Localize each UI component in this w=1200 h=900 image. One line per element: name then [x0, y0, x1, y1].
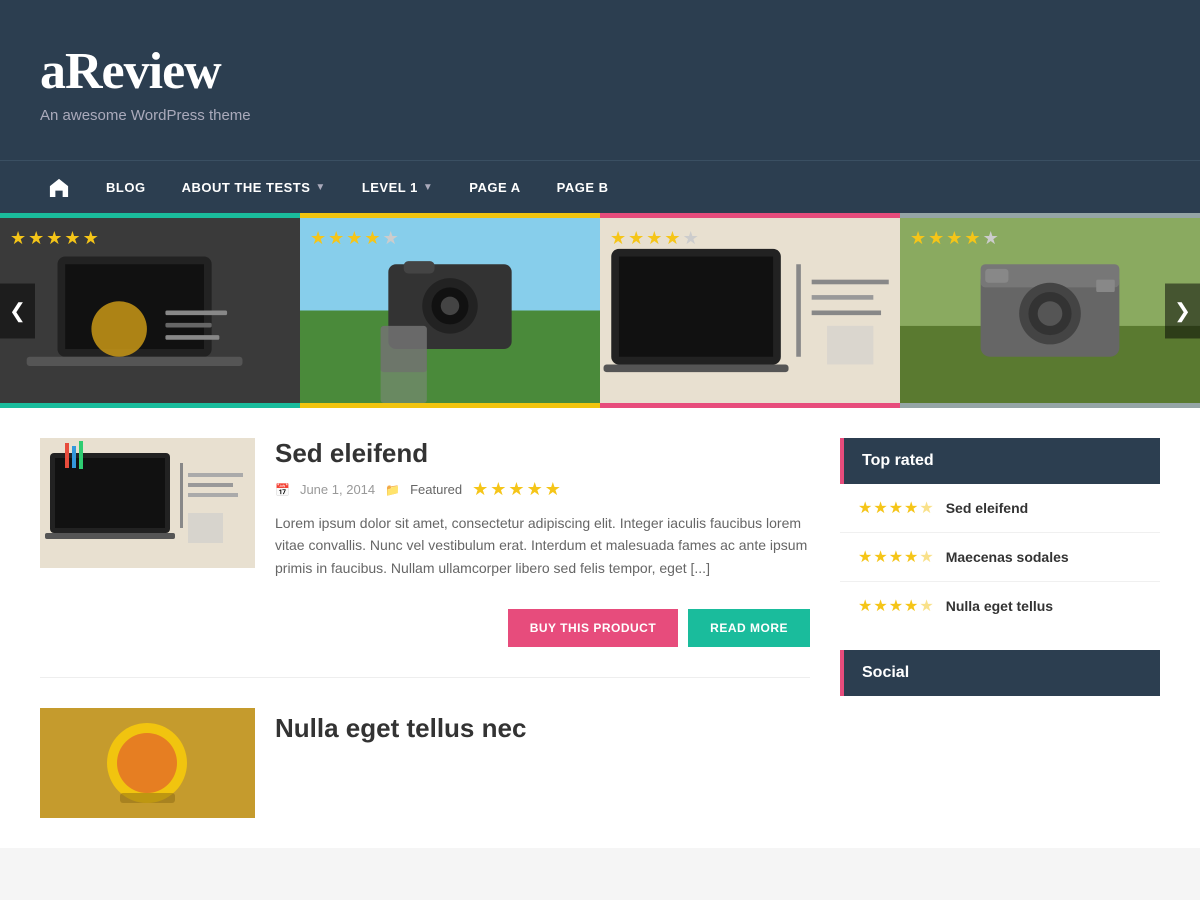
main-wrapper: Sed eleifend 📅 June 1, 2014 📁 Featured ★… — [0, 408, 1200, 848]
carousel-item: ★ ★ ★ ★ ★ — [900, 218, 1200, 403]
post-card: Sed eleifend 📅 June 1, 2014 📁 Featured ★… — [40, 438, 810, 678]
post-title: Nulla eget tellus nec — [275, 713, 526, 744]
carousel-item: ★ ★ ★ ★ ★ — [300, 218, 600, 403]
carousel-stars: ★ ★ ★ ★ ★ — [310, 228, 399, 249]
color-bar-bottom — [0, 403, 1200, 408]
nav-blog[interactable]: BLOG — [88, 164, 164, 211]
buy-button[interactable]: BUY THIS PRODUCT — [508, 609, 678, 647]
post-thumbnail — [40, 708, 255, 818]
main-content: Sed eleifend 📅 June 1, 2014 📁 Featured ★… — [0, 408, 1200, 848]
post-thumbnail — [40, 438, 255, 568]
carousel: ❮ ★ ★ ★ ★ ★ — [0, 218, 1200, 403]
posts-column: Sed eleifend 📅 June 1, 2014 📁 Featured ★… — [40, 438, 810, 818]
nav-home[interactable] — [30, 161, 88, 213]
top-rated-item: ★ ★ ★ ★ ★ Sed eleifend — [840, 484, 1160, 533]
post-actions: BUY THIS PRODUCT READ MORE — [40, 609, 810, 647]
post-excerpt: Lorem ipsum dolor sit amet, consectetur … — [275, 512, 810, 579]
top-rated-item: ★ ★ ★ ★ ★ Maecenas sodales — [840, 533, 1160, 582]
folder-icon: 📁 — [385, 483, 400, 497]
post-meta: 📅 June 1, 2014 📁 Featured ★ ★ ★ ★ ★ — [275, 479, 810, 500]
main-nav: BLOG ABOUT THE TESTS ▼ LEVEL 1 ▼ PAGE A … — [0, 160, 1200, 213]
sidebar: Top rated ★ ★ ★ ★ ★ Sed eleifend — [840, 438, 1160, 818]
read-more-button[interactable]: READ MORE — [688, 609, 810, 647]
carousel-item: ★ ★ ★ ★ ★ — [0, 218, 300, 403]
nav-about[interactable]: ABOUT THE TESTS ▼ — [164, 164, 344, 211]
top-rated-title: Sed eleifend — [946, 500, 1028, 516]
nav-pagea[interactable]: PAGE A — [451, 164, 538, 211]
top-rated-title: Maecenas sodales — [946, 549, 1069, 565]
top-rated-stars: ★ ★ ★ ★ ★ — [858, 596, 934, 616]
carousel-stars: ★ ★ ★ ★ ★ — [910, 228, 999, 249]
top-rated-item: ★ ★ ★ ★ ★ Nulla eget tellus — [840, 582, 1160, 630]
widget-content: ★ ★ ★ ★ ★ Sed eleifend ★ ★ ★ — [840, 484, 1160, 630]
site-header: aReview An awesome WordPress theme — [0, 0, 1200, 160]
top-rated-title: Nulla eget tellus — [946, 598, 1053, 614]
site-title: aReview — [40, 42, 1160, 101]
post-date: June 1, 2014 — [300, 482, 375, 497]
carousel-prev-button[interactable]: ❮ — [0, 283, 35, 338]
post2-content: Nulla eget tellus nec — [275, 708, 526, 818]
post-inner: Sed eleifend 📅 June 1, 2014 📁 Featured ★… — [40, 438, 810, 579]
post-category: Featured — [410, 482, 462, 497]
post-stars: ★ ★ ★ ★ ★ — [472, 479, 561, 500]
chevron-down-icon: ▼ — [423, 182, 433, 193]
carousel-track: ★ ★ ★ ★ ★ — [0, 218, 1200, 403]
widget-title: Top rated — [840, 438, 1160, 484]
nav-level1[interactable]: LEVEL 1 ▼ — [344, 164, 451, 211]
carousel-stars: ★ ★ ★ ★ ★ — [10, 228, 99, 249]
carousel-next-button[interactable]: ❯ — [1165, 283, 1200, 338]
site-tagline: An awesome WordPress theme — [40, 107, 1160, 124]
post-title: Sed eleifend — [275, 438, 810, 469]
home-icon — [48, 177, 70, 197]
post-card-partial: Nulla eget tellus nec — [40, 708, 810, 818]
top-rated-stars: ★ ★ ★ ★ ★ — [858, 547, 934, 567]
chevron-down-icon: ▼ — [315, 182, 325, 193]
top-rated-widget: Top rated ★ ★ ★ ★ ★ Sed eleifend — [840, 438, 1160, 630]
social-widget: Social — [840, 650, 1160, 696]
top-rated-stars: ★ ★ ★ ★ ★ — [858, 498, 934, 518]
social-widget-title: Social — [840, 650, 1160, 696]
carousel-item: ★ ★ ★ ★ ★ — [600, 218, 900, 403]
nav-pageb[interactable]: PAGE B — [539, 164, 627, 211]
calendar-icon: 📅 — [275, 483, 290, 497]
post-content: Sed eleifend 📅 June 1, 2014 📁 Featured ★… — [275, 438, 810, 579]
carousel-stars: ★ ★ ★ ★ ★ — [610, 228, 699, 249]
